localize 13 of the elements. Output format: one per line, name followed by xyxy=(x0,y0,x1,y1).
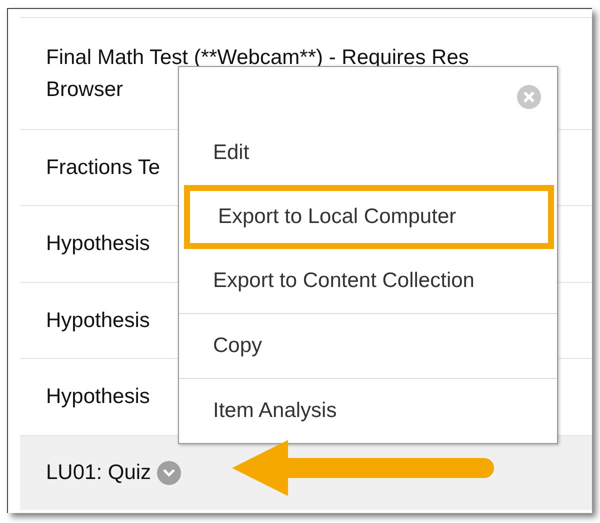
chevron-icon xyxy=(162,468,176,478)
menu-item[interactable]: Edit xyxy=(179,121,557,185)
menu-item[interactable]: Export to Local Computer xyxy=(184,185,554,249)
row-title[interactable]: Hypothesis xyxy=(46,381,150,413)
close-icon[interactable] xyxy=(516,84,542,110)
chevron-button[interactable] xyxy=(157,461,182,485)
menu-item[interactable]: Export to Content Collection xyxy=(179,249,557,313)
row-title[interactable]: Hypothesis xyxy=(46,228,150,260)
menu-item[interactable]: Copy xyxy=(179,314,557,378)
menu-item[interactable]: Item Analysis xyxy=(179,379,557,443)
row-title[interactable]: Fractions Te xyxy=(46,152,160,184)
row-title[interactable]: Hypothesis xyxy=(46,304,150,336)
row-title[interactable]: LU01: Quiz xyxy=(46,457,152,489)
